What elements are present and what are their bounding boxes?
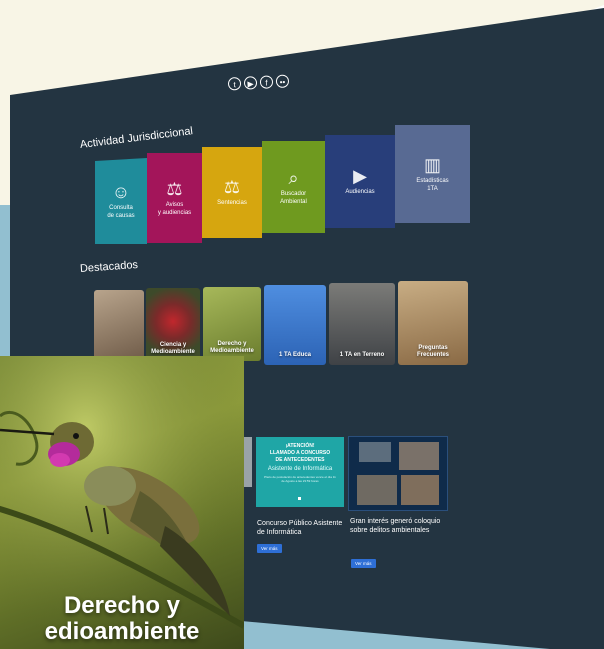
video-tile — [357, 475, 397, 505]
video-tile — [359, 442, 391, 462]
ver-mas-button-2[interactable]: Ver más — [351, 559, 376, 568]
featured-card-ciencia[interactable]: Ciencia y Medioambiente — [146, 288, 200, 362]
featured-label: 1 TA Educa — [278, 351, 311, 358]
tile-buscador-ambiental[interactable]: ⌕ Buscador Ambiental — [262, 141, 325, 233]
featured-card-educa[interactable]: 1 TA Educa — [264, 285, 326, 365]
featured-label: 1 TA en Terreno — [339, 351, 385, 358]
tile-label: Audiencias — [345, 189, 375, 196]
featured-label: Preguntas Frecuentes — [416, 344, 449, 358]
video-tile — [399, 442, 439, 470]
featured-card-derecho[interactable]: Derecho y Medioambiente — [203, 287, 261, 361]
tile-consulta-causas[interactable]: ☺ Consulta de causas — [95, 158, 147, 244]
tile-label: Estadísticas — [416, 178, 449, 184]
news-title-coloquio[interactable]: Gran interés generó coloquio sobre delit… — [350, 517, 445, 535]
tile-estadisticas[interactable]: ▥ Estadísticas 1TA — [395, 125, 470, 223]
banner-dot — [298, 497, 301, 500]
banner-heading: LLAMADO A CONCURSO — [269, 450, 331, 456]
banner-note: Plazo de postulación de antecedentes ven… — [264, 475, 336, 483]
tile-label: de causas — [107, 212, 135, 219]
tile-label: Avisos — [165, 202, 184, 208]
flickr-icon[interactable]: •• — [275, 74, 290, 89]
tile-label: Buscador — [280, 191, 307, 197]
banner-subtitle: Asistente de Informática — [267, 466, 333, 472]
youtube-icon[interactable]: ▶ — [243, 76, 258, 90]
tile-sentencias[interactable]: ⚖ Sentencias — [202, 147, 262, 238]
chart-icon: ▥ — [423, 155, 441, 175]
scales-icon: ⚖ — [223, 177, 241, 198]
play-icon: ▶ — [353, 166, 367, 187]
search-globe-icon: ⌕ — [288, 168, 299, 188]
featured-card-preguntas[interactable]: Preguntas Frecuentes — [398, 281, 468, 365]
news-card-coloquio[interactable] — [348, 436, 448, 511]
news-card-concurso[interactable]: ¡ATENCIÓN! LLAMADO A CONCURSO DE ANTECED… — [256, 437, 344, 507]
tile-label: 1TA — [427, 185, 438, 192]
tile-audiencias[interactable]: ▶ Audiencias — [325, 135, 395, 228]
gavel-icon: ⚖ — [166, 179, 183, 199]
ver-mas-button-1[interactable]: Ver más — [257, 544, 282, 553]
tile-label: Sentencias — [217, 200, 247, 207]
banner-heading: DE ANTECEDENTES — [275, 457, 325, 463]
tile-label: y audiencias — [157, 209, 192, 216]
news-title-concurso[interactable]: Concurso Público Asistente de Informátic… — [257, 519, 347, 537]
zoomed-card-label: Derecho y edioambiente — [44, 592, 200, 645]
tile-label: Consulta — [109, 205, 133, 211]
jurisdictional-tiles: ☺ Consulta de causas ⚖ Avisos y audienci… — [95, 125, 470, 245]
tile-avisos-audiencias[interactable]: ⚖ Avisos y audiencias — [147, 153, 202, 243]
facebook-icon[interactable]: f — [259, 75, 274, 89]
featured-card-terreno[interactable]: 1 TA en Terreno — [329, 283, 395, 365]
video-tile — [401, 475, 439, 505]
people-icon: ☺ — [111, 182, 131, 202]
tile-label: Ambiental — [280, 198, 307, 205]
banner-heading: ¡ATENCIÓN! — [285, 443, 315, 449]
twitter-icon[interactable]: t — [227, 76, 242, 91]
featured-card-wildlife[interactable] — [94, 290, 144, 362]
